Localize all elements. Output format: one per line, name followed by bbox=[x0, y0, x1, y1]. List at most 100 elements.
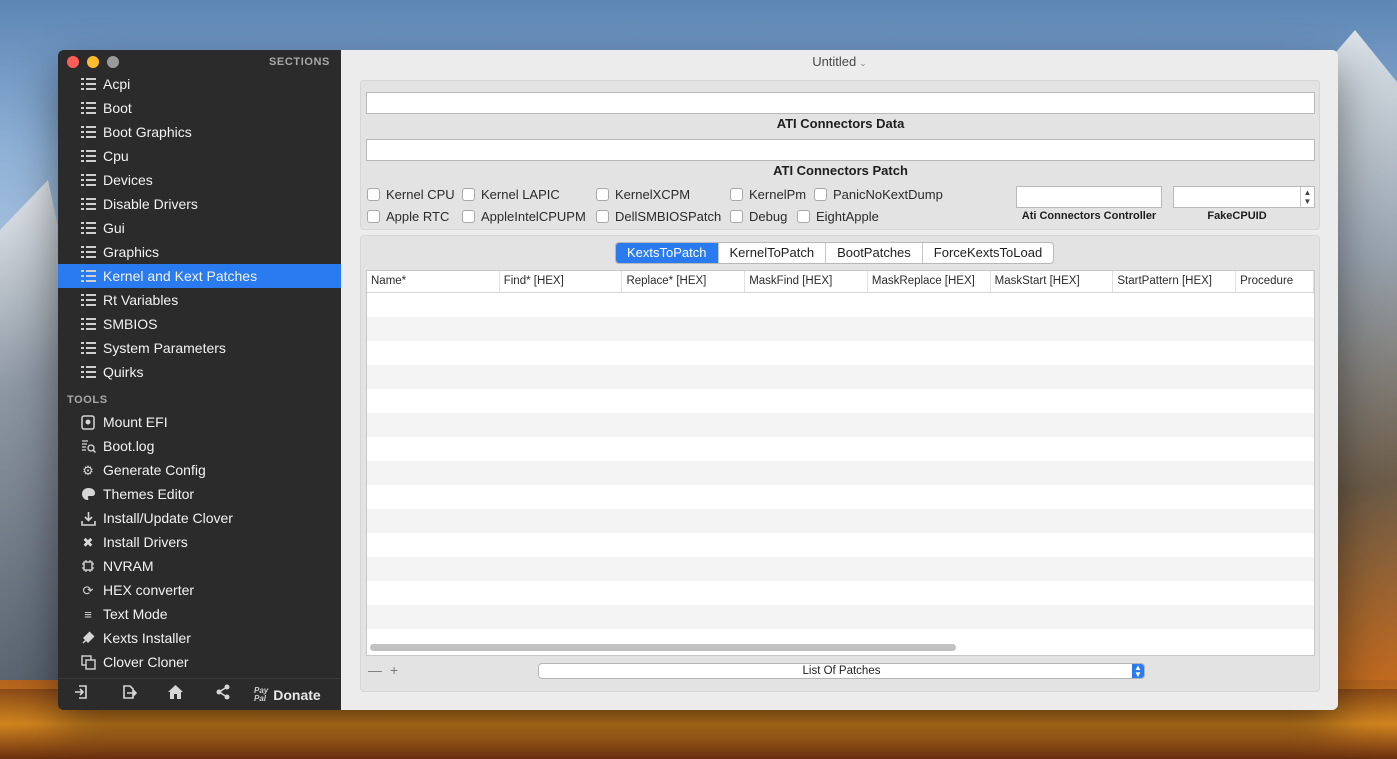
title-bar[interactable]: Untitled ⌄ bbox=[341, 50, 1338, 74]
sidebar-tool-nvram[interactable]: NVRAM bbox=[58, 554, 341, 578]
chevron-down-icon[interactable]: ⌄ bbox=[859, 58, 867, 68]
export-icon[interactable] bbox=[105, 684, 152, 705]
import-icon[interactable] bbox=[58, 684, 105, 705]
eight-apple-checkbox[interactable]: EightApple bbox=[797, 209, 879, 224]
tab-kerneltopatch[interactable]: KernelToPatch bbox=[717, 243, 826, 263]
sidebar-tool-label: Install/Update Clover bbox=[103, 510, 233, 526]
checkbox-box[interactable] bbox=[814, 188, 827, 201]
sidebar-item-boot[interactable]: Boot bbox=[58, 96, 341, 120]
table-row[interactable] bbox=[367, 557, 1314, 581]
checkbox-box[interactable] bbox=[730, 188, 743, 201]
kernel-xcpm-checkbox[interactable]: KernelXCPM bbox=[596, 187, 690, 202]
sidebar-tool-generate-config[interactable]: ⚙ Generate Config bbox=[58, 458, 341, 482]
table-row[interactable] bbox=[367, 485, 1314, 509]
checkbox-box[interactable] bbox=[367, 210, 380, 223]
sidebar-item-system-parameters[interactable]: System Parameters bbox=[58, 336, 341, 360]
panic-no-kext-dump-checkbox[interactable]: PanicNoKextDump bbox=[814, 187, 943, 202]
column-header[interactable]: Replace* [HEX] bbox=[622, 271, 746, 292]
sidebar-tool-label: Mount EFI bbox=[103, 414, 168, 430]
sidebar-item-smbios[interactable]: SMBIOS bbox=[58, 312, 341, 336]
sidebar-item-acpi[interactable]: Acpi bbox=[58, 72, 341, 96]
paypal-icon: Pay Pal bbox=[254, 686, 268, 703]
sidebar-tool-install-update-clover[interactable]: Install/Update Clover bbox=[58, 506, 341, 530]
sidebar-tool-boot-log[interactable]: Boot.log bbox=[58, 434, 341, 458]
apple-rtc-checkbox[interactable]: Apple RTC bbox=[367, 209, 449, 224]
stepper-arrows-icon[interactable]: ▲ ▼ bbox=[1300, 187, 1314, 207]
table-row[interactable] bbox=[367, 605, 1314, 629]
table-row[interactable] bbox=[367, 389, 1314, 413]
table-row[interactable] bbox=[367, 293, 1314, 317]
apple-intel-cpupm-checkbox[interactable]: AppleIntelCPUPM bbox=[462, 209, 586, 224]
sidebar-tool-kexts-installer[interactable]: Kexts Installer bbox=[58, 626, 341, 650]
table-row[interactable] bbox=[367, 413, 1314, 437]
sidebar-item-disable-drivers[interactable]: Disable Drivers bbox=[58, 192, 341, 216]
checkbox-box[interactable] bbox=[797, 210, 810, 223]
sidebar-tool-hex-converter[interactable]: ⟳ HEX converter bbox=[58, 578, 341, 602]
text-icon: ≡ bbox=[84, 606, 92, 622]
checkbox-box[interactable] bbox=[596, 188, 609, 201]
donate-button[interactable]: Pay Pal Donate bbox=[254, 686, 321, 703]
ati-connectors-controller-field[interactable] bbox=[1016, 186, 1162, 208]
table-row[interactable] bbox=[367, 437, 1314, 461]
column-header[interactable]: Name* bbox=[367, 271, 500, 292]
column-header[interactable]: Procedure bbox=[1236, 271, 1314, 292]
table-row[interactable] bbox=[367, 365, 1314, 389]
horizontal-scrollbar[interactable] bbox=[370, 644, 956, 651]
checkbox-box[interactable] bbox=[462, 188, 475, 201]
sidebar-item-graphics[interactable]: Graphics bbox=[58, 240, 341, 264]
table-row[interactable] bbox=[367, 581, 1314, 605]
sidebar-tool-clover-cloner[interactable]: Clover Cloner bbox=[58, 650, 341, 674]
sidebar-tool-text-mode[interactable]: ≡ Text Mode bbox=[58, 602, 341, 626]
sidebar-item-rt-variables[interactable]: Rt Variables bbox=[58, 288, 341, 312]
column-header[interactable]: MaskFind [HEX] bbox=[745, 271, 868, 292]
fakecpuid-field[interactable]: ▲ ▼ bbox=[1173, 186, 1315, 208]
patches-table[interactable]: Name* Find* [HEX] Replace* [HEX] MaskFind [… bbox=[366, 270, 1315, 656]
sidebar-tool-mount-efi[interactable]: Mount EFI bbox=[58, 410, 341, 434]
sidebar-tool-install-drivers[interactable]: ✖ Install Drivers bbox=[58, 530, 341, 554]
checkbox-box[interactable] bbox=[730, 210, 743, 223]
table-row[interactable] bbox=[367, 509, 1314, 533]
sidebar-item-label: Kernel and Kext Patches bbox=[103, 268, 258, 284]
table-row[interactable] bbox=[367, 341, 1314, 365]
sidebar-item-cpu[interactable]: Cpu bbox=[58, 144, 341, 168]
column-header[interactable]: MaskStart [HEX] bbox=[991, 271, 1114, 292]
kernel-cpu-checkbox[interactable]: Kernel CPU bbox=[367, 187, 455, 202]
checkbox-label: KernelPm bbox=[749, 187, 807, 202]
kernel-lapic-checkbox[interactable]: Kernel LAPIC bbox=[462, 187, 560, 202]
list-of-patches-popup[interactable]: List Of Patches ▲ ▼ bbox=[538, 663, 1145, 679]
checkbox-box[interactable] bbox=[367, 188, 380, 201]
checkbox-box[interactable] bbox=[596, 210, 609, 223]
tab-kextstopatch[interactable]: KextsToPatch bbox=[616, 243, 718, 263]
table-row[interactable] bbox=[367, 533, 1314, 557]
close-button[interactable] bbox=[67, 56, 79, 68]
download-icon bbox=[80, 510, 96, 526]
dell-smbios-patch-checkbox[interactable]: DellSMBIOSPatch bbox=[596, 209, 721, 224]
sidebar-item-kernel-and-kext-patches[interactable]: Kernel and Kext Patches bbox=[58, 264, 341, 288]
home-icon[interactable] bbox=[152, 684, 199, 705]
checkbox-box[interactable] bbox=[462, 210, 475, 223]
column-header[interactable]: MaskReplace [HEX] bbox=[868, 271, 991, 292]
column-header[interactable]: StartPattern [HEX] bbox=[1113, 271, 1237, 292]
share-icon[interactable] bbox=[199, 684, 246, 705]
sidebar-item-devices[interactable]: Devices bbox=[58, 168, 341, 192]
debug-checkbox[interactable]: Debug bbox=[730, 209, 787, 224]
table-body[interactable] bbox=[367, 293, 1314, 653]
sidebar-item-gui[interactable]: Gui bbox=[58, 216, 341, 240]
ati-connectors-patch-field[interactable] bbox=[366, 139, 1315, 161]
sidebar-item-boot-graphics[interactable]: Boot Graphics bbox=[58, 120, 341, 144]
tab-forcekextstoload[interactable]: ForceKextsToLoad bbox=[921, 243, 1053, 263]
zoom-button[interactable] bbox=[107, 56, 119, 68]
sidebar-tool-label: Boot.log bbox=[103, 438, 155, 454]
tab-bootpatches[interactable]: BootPatches bbox=[825, 243, 922, 263]
ati-connectors-data-field[interactable] bbox=[366, 92, 1315, 114]
column-header[interactable]: Find* [HEX] bbox=[500, 271, 623, 292]
remove-row-button[interactable]: — bbox=[368, 662, 382, 678]
donate-label: Donate bbox=[273, 686, 321, 703]
kernel-pm-checkbox[interactable]: KernelPm bbox=[730, 187, 806, 202]
table-row[interactable] bbox=[367, 461, 1314, 485]
add-row-button[interactable]: + bbox=[390, 662, 398, 678]
sidebar-tool-themes-editor[interactable]: Themes Editor bbox=[58, 482, 341, 506]
sidebar-item-quirks[interactable]: Quirks bbox=[58, 360, 341, 384]
minimize-button[interactable] bbox=[87, 56, 99, 68]
table-row[interactable] bbox=[367, 317, 1314, 341]
